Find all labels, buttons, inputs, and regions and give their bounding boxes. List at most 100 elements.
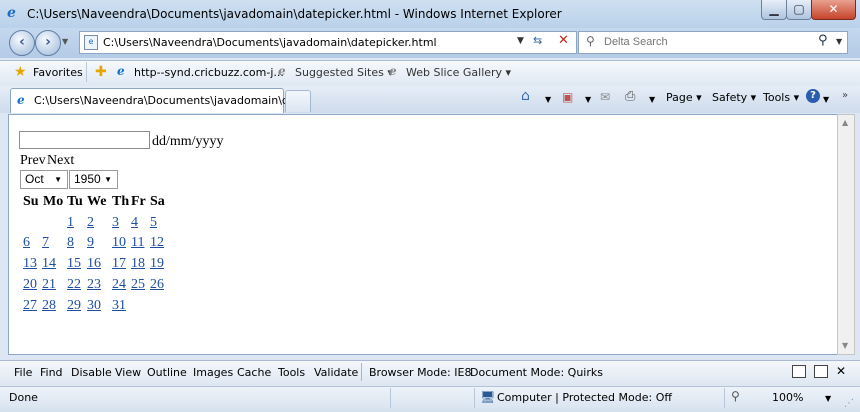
next-month-link[interactable]: Next: [47, 153, 74, 169]
print-dropdown-icon[interactable]: ▼: [649, 95, 655, 104]
year-select[interactable]: 1950 ▼: [69, 170, 118, 189]
calendar-day[interactable]: 13: [23, 256, 37, 272]
home-dropdown-icon[interactable]: ▼: [545, 95, 551, 104]
calendar-day[interactable]: 3: [112, 215, 119, 231]
calendar-day[interactable]: 14: [42, 256, 56, 272]
calendar-day[interactable]: 4: [131, 215, 138, 231]
calendar-day[interactable]: 31: [112, 298, 126, 314]
unpin-devtools-icon[interactable]: [814, 365, 828, 378]
dev-menu-disable[interactable]: Disable: [71, 366, 112, 379]
maximize-button[interactable]: ▢: [786, 0, 812, 20]
zoom-icon[interactable]: ⚲: [731, 389, 740, 403]
add-to-favorites-bar-icon[interactable]: ✚: [95, 64, 107, 80]
browser-mode-menu[interactable]: Browser Mode: IE8: [369, 366, 471, 379]
dev-menu-validate[interactable]: Validate: [314, 366, 358, 379]
close-devtools-icon[interactable]: ✕: [836, 364, 846, 378]
calendar-day[interactable]: 16: [87, 256, 101, 272]
calendar-day[interactable]: 27: [23, 298, 37, 314]
dev-menu-tools[interactable]: Tools: [278, 366, 305, 379]
page-menu[interactable]: Page ▾: [666, 91, 702, 104]
forward-button[interactable]: ›: [35, 30, 61, 56]
minimize-devtools-icon[interactable]: [792, 365, 806, 378]
resize-grip-icon[interactable]: ⋰: [844, 398, 854, 409]
calendar-day[interactable]: 15: [67, 256, 81, 272]
back-button[interactable]: ‹: [9, 30, 35, 56]
calendar-day[interactable]: 2: [87, 215, 94, 231]
favorite-link-cricbuzz[interactable]: http--synd.cricbuzz.com-j...: [134, 66, 284, 79]
favorite-web-slice-gallery[interactable]: Web Slice Gallery ▾: [406, 66, 511, 79]
calendar-day[interactable]: 18: [131, 256, 145, 272]
feeds-icon[interactable]: ▣: [562, 90, 573, 104]
stop-icon[interactable]: ✕: [558, 33, 569, 48]
more-commands-icon[interactable]: »: [842, 90, 848, 101]
mail-icon[interactable]: ✉: [600, 90, 610, 104]
calendar-day[interactable]: 9: [87, 235, 94, 251]
calendar-day[interactable]: 25: [131, 277, 145, 293]
close-button[interactable]: ✕: [811, 0, 856, 20]
help-icon[interactable]: ?: [806, 89, 820, 103]
calendar-day[interactable]: 29: [67, 298, 81, 314]
calendar-day[interactable]: 8: [67, 235, 74, 251]
weekday-header: Mo: [43, 194, 64, 209]
new-tab-button[interactable]: [285, 90, 311, 112]
security-zone[interactable]: Computer | Protected Mode: Off: [497, 391, 672, 404]
calendar-day[interactable]: 7: [42, 235, 49, 251]
calendar-day[interactable]: 24: [112, 277, 126, 293]
suggested-sites-icon: e: [278, 64, 286, 78]
calendar-day[interactable]: 20: [23, 277, 37, 293]
favorites-star-icon[interactable]: ★: [14, 64, 27, 80]
ie-page-icon: e: [17, 93, 25, 107]
tools-menu[interactable]: Tools ▾: [763, 91, 799, 104]
search-options-dropdown-icon[interactable]: ▼: [836, 37, 842, 46]
compatibility-view-icon[interactable]: ⇆: [533, 34, 542, 47]
print-icon[interactable]: ⎙: [625, 89, 635, 104]
favorite-suggested-sites[interactable]: Suggested Sites ▾: [295, 66, 393, 79]
feeds-dropdown-icon[interactable]: ▼: [585, 95, 591, 104]
zoom-dropdown-icon[interactable]: ▼: [825, 394, 831, 403]
minimize-button[interactable]: ▁: [761, 0, 787, 20]
calendar-day[interactable]: 5: [150, 215, 157, 231]
address-dropdown-icon[interactable]: ▼: [517, 36, 524, 46]
favorites-button[interactable]: Favorites: [33, 66, 83, 79]
calendar-day[interactable]: 30: [87, 298, 101, 314]
date-input[interactable]: [19, 131, 150, 149]
calendar-day[interactable]: 23: [87, 277, 101, 293]
home-icon[interactable]: ⌂: [521, 88, 530, 104]
search-input[interactable]: [604, 35, 804, 49]
dev-menu-view[interactable]: View: [115, 366, 141, 379]
weekday-header: Su: [23, 194, 39, 209]
prev-month-link[interactable]: Prev: [20, 153, 46, 169]
dev-menu-images[interactable]: Images: [193, 366, 233, 379]
document-mode-menu[interactable]: Document Mode: Quirks: [470, 366, 603, 379]
help-dropdown-icon[interactable]: ▼: [823, 95, 829, 104]
weekday-header: Fr: [131, 194, 146, 209]
separator: [474, 388, 475, 408]
calendar-day[interactable]: 1: [67, 215, 74, 231]
calendar-day[interactable]: 6: [23, 235, 30, 251]
year-select-value: 1950: [74, 172, 101, 186]
address-url[interactable]: C:\Users\Naveendra\Documents\javadomain\…: [103, 36, 437, 49]
calendar-day[interactable]: 10: [112, 235, 126, 251]
search-icon[interactable]: ⚲: [818, 33, 828, 48]
vertical-scrollbar[interactable]: [837, 114, 855, 355]
month-select[interactable]: Oct ▼: [20, 170, 68, 189]
zoom-level[interactable]: 100%: [772, 391, 803, 404]
calendar-day[interactable]: 11: [131, 235, 144, 251]
calendar-day[interactable]: 12: [150, 235, 164, 251]
dev-menu-find[interactable]: Find: [40, 366, 63, 379]
recent-pages-dropdown-icon[interactable]: ▼: [62, 37, 68, 46]
tab-label[interactable]: C:\Users\Naveendra\Documents\javadomain\…: [34, 94, 306, 107]
dev-menu-cache[interactable]: Cache: [237, 366, 271, 379]
calendar-day[interactable]: 22: [67, 277, 81, 293]
calendar-day[interactable]: 26: [150, 277, 164, 293]
dev-menu-outline[interactable]: Outline: [147, 366, 187, 379]
scroll-down-icon[interactable]: ▼: [842, 341, 848, 350]
calendar-day[interactable]: 21: [42, 277, 56, 293]
safety-menu[interactable]: Safety ▾: [712, 91, 756, 104]
calendar-day[interactable]: 28: [42, 298, 56, 314]
scroll-up-icon[interactable]: ▲: [842, 118, 848, 127]
calendar-day[interactable]: 17: [112, 256, 126, 272]
dev-menu-file[interactable]: File: [14, 366, 32, 379]
date-format-hint: dd/mm/yyyy: [152, 134, 224, 149]
calendar-day[interactable]: 19: [150, 256, 164, 272]
